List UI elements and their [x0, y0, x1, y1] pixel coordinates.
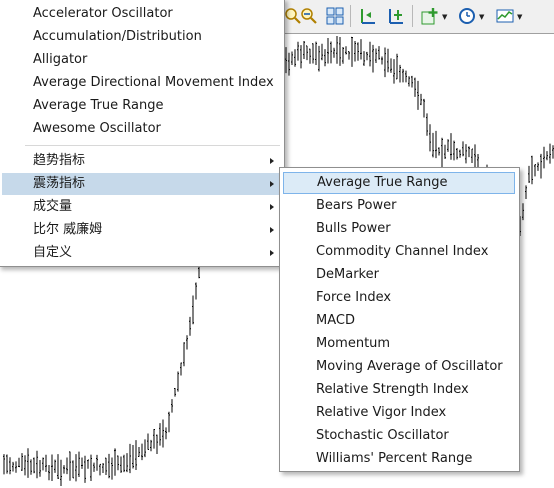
menu-item-alligator[interactable]: Alligator [2, 49, 280, 71]
submenu-custom[interactable]: 自定义 [2, 242, 280, 264]
menu-item-label: Bears Power [316, 198, 397, 213]
tile-windows-icon[interactable] [324, 5, 346, 27]
menu-item-accelerator-oscillator[interactable]: Accelerator Oscillator [2, 3, 280, 25]
submenu-trend-indicators[interactable]: 趋势指标 [2, 150, 280, 172]
chevron-right-icon [270, 227, 274, 233]
menu-item-demarker[interactable]: DeMarker [283, 264, 515, 286]
menu-item-label: Relative Vigor Index [316, 405, 447, 420]
chevron-right-icon [270, 181, 274, 187]
menu-item-label: Bulls Power [316, 221, 391, 236]
chevron-down-icon[interactable]: ▼ [517, 13, 522, 21]
menu-item-force-index[interactable]: Force Index [283, 287, 515, 309]
periods-icon[interactable] [456, 5, 478, 27]
submenu-oscillators[interactable]: 震荡指标 [2, 173, 280, 195]
menu-item-label: MACD [316, 313, 355, 328]
menu-separator [25, 145, 280, 146]
menu-item-macd[interactable]: MACD [283, 310, 515, 332]
menu-item-label: Average True Range [317, 175, 448, 190]
chevron-right-icon [270, 158, 274, 164]
menu-item-accumulation-distribution[interactable]: Accumulation/Distribution [2, 26, 280, 48]
menu-item-label: Force Index [316, 290, 392, 305]
menu-item-label: 趋势指标 [33, 153, 86, 168]
menu-item-label: Momentum [316, 336, 391, 351]
menu-item-label: Accumulation/Distribution [33, 29, 202, 44]
menu-item-label: Awesome Oscillator [33, 121, 161, 136]
menu-item-label: 成交量 [33, 199, 73, 214]
menu-item-label: DeMarker [316, 267, 379, 282]
menu-item-label: Accelerator Oscillator [33, 6, 173, 21]
chevron-right-icon [270, 204, 274, 210]
submenu-volumes[interactable]: 成交量 [2, 196, 280, 218]
menu-item-label: Stochastic Oscillator [316, 428, 449, 443]
oscillators-submenu: Average True Range Bears Power Bulls Pow… [279, 167, 520, 472]
menu-item-average-true-range[interactable]: Average True Range [283, 172, 515, 194]
menu-item-label: Williams' Percent Range [316, 451, 473, 466]
indicators-menu: Accelerator Oscillator Accumulation/Dist… [0, 0, 285, 267]
submenu-bill-williams[interactable]: 比尔 威廉姆 [2, 219, 280, 241]
menu-item-label: Commodity Channel Index [316, 244, 489, 259]
templates-icon[interactable] [494, 5, 516, 27]
menu-item-moving-average-of-oscillator[interactable]: Moving Average of Oscillator [283, 356, 515, 378]
menu-item-label: Average Directional Movement Index [33, 75, 274, 90]
auto-scroll-icon[interactable] [385, 5, 407, 27]
menu-item-label: 比尔 威廉姆 [33, 222, 103, 237]
menu-item-bulls-power[interactable]: Bulls Power [283, 218, 515, 240]
chevron-right-icon [270, 250, 274, 256]
menu-item-average-true-range[interactable]: Average True Range [2, 95, 280, 117]
menu-item-relative-strength-index[interactable]: Relative Strength Index [283, 379, 515, 401]
menu-item-williams-percent-range[interactable]: Williams' Percent Range [283, 448, 515, 470]
menu-item-label: 自定义 [33, 245, 73, 260]
menu-item-relative-vigor-index[interactable]: Relative Vigor Index [283, 402, 515, 424]
toolbar-separator [412, 5, 413, 27]
chart-shift-icon[interactable] [357, 5, 379, 27]
menu-item-label: Relative Strength Index [316, 382, 469, 397]
menu-item-momentum[interactable]: Momentum [283, 333, 515, 355]
menu-item-bears-power[interactable]: Bears Power [283, 195, 515, 217]
menu-item-commodity-channel-index[interactable]: Commodity Channel Index [283, 241, 515, 263]
menu-item-average-directional-movement-index[interactable]: Average Directional Movement Index [2, 72, 280, 94]
toolbar-separator [350, 5, 351, 27]
chevron-down-icon[interactable]: ▼ [442, 13, 447, 21]
chevron-down-icon[interactable]: ▼ [479, 13, 484, 21]
menu-item-stochastic-oscillator[interactable]: Stochastic Oscillator [283, 425, 515, 447]
menu-item-awesome-oscillator[interactable]: Awesome Oscillator [2, 118, 280, 140]
menu-item-label: Average True Range [33, 98, 164, 113]
indicators-icon[interactable] [419, 5, 441, 27]
menu-item-label: Alligator [33, 52, 88, 67]
menu-item-label: Moving Average of Oscillator [316, 359, 503, 374]
menu-item-label: 震荡指标 [33, 176, 86, 191]
zoom-out-icon[interactable] [298, 5, 320, 27]
